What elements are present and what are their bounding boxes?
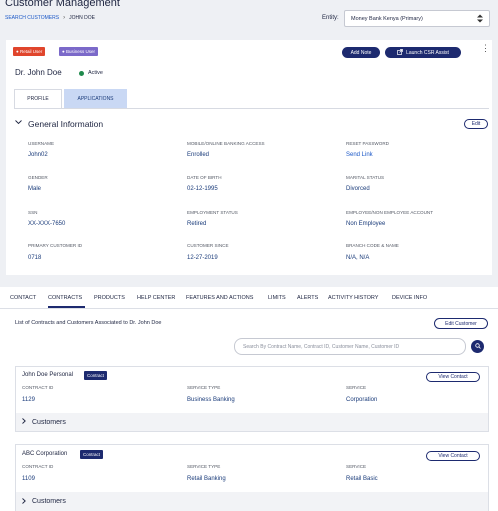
external-link-icon bbox=[397, 48, 403, 57]
field-value: Enrolled bbox=[187, 152, 210, 158]
field-value: Corporation bbox=[346, 397, 378, 403]
view-contact-button[interactable]: View Contact bbox=[426, 451, 480, 461]
contract-name: John Doe Personal bbox=[22, 372, 74, 378]
field-label: PRIMARY CUSTOMER ID bbox=[28, 243, 83, 248]
tab-contracts[interactable]: CONTRACTS bbox=[48, 295, 82, 301]
contract-name: ABC Corporation bbox=[22, 451, 68, 457]
contract-tag: Contract bbox=[84, 371, 108, 380]
tab-activity-history[interactable]: ACTIVITY HISTORY bbox=[328, 295, 378, 301]
tab-profile[interactable]: PROFILE bbox=[14, 89, 62, 108]
field-label: MARITAL STATUS bbox=[346, 175, 385, 180]
field-value: 12-27-2019 bbox=[187, 255, 218, 261]
field-label: BRANCH CODE & NAME bbox=[346, 243, 399, 248]
more-options-icon[interactable]: ⋮ bbox=[481, 44, 490, 53]
customer-name: Dr. John Doe bbox=[15, 68, 62, 77]
field-value: Business Banking bbox=[187, 397, 235, 403]
breadcrumb-current: JOHN DOE bbox=[69, 15, 95, 21]
chevron-right-icon bbox=[22, 418, 26, 426]
search-button[interactable] bbox=[471, 340, 484, 353]
send-link-link[interactable]: Send Link bbox=[346, 152, 373, 158]
chevron-right-icon bbox=[22, 497, 26, 506]
edit-customer-button[interactable]: Edit Customer bbox=[434, 318, 488, 329]
tab-products[interactable]: PRODUCTS bbox=[94, 295, 125, 301]
field-value: Male bbox=[28, 186, 42, 192]
add-note-button[interactable]: Add Note bbox=[342, 47, 380, 58]
field-label: EMPLOYMENT STATUS bbox=[187, 210, 238, 215]
business-user-badge: ● Business User bbox=[59, 47, 98, 56]
customers-label: Customers bbox=[32, 498, 66, 505]
field-label: SERVICE TYPE bbox=[187, 385, 221, 390]
field-label: DATE OF BIRTH bbox=[187, 175, 222, 180]
search-icon bbox=[474, 342, 481, 351]
general-information-title: General Information bbox=[28, 119, 104, 129]
field-label: RESET PASSWORD bbox=[346, 141, 389, 146]
field-label: CUSTOMER SINCE bbox=[187, 243, 229, 248]
breadcrumb: SEARCH CUSTOMERS › JOHN DOE bbox=[5, 15, 95, 21]
entity-value: Money Bank Kenya (Primary) bbox=[351, 15, 423, 22]
entity-label: Entity: bbox=[322, 15, 339, 21]
status-label: Active bbox=[88, 70, 103, 76]
field-value: John02 bbox=[28, 152, 48, 158]
field-value: 1129 bbox=[22, 397, 35, 403]
field-label: CONTRACT ID bbox=[22, 385, 54, 390]
field-label: GENDER bbox=[28, 175, 48, 180]
tabs-divider bbox=[0, 308, 498, 309]
status-dot-icon bbox=[79, 70, 84, 76]
field-value: Retail Basic bbox=[346, 476, 378, 482]
field-value: Retail Banking bbox=[187, 476, 226, 482]
tab-alerts[interactable]: ALERTS bbox=[297, 295, 318, 301]
field-value: 02-12-1995 bbox=[187, 186, 218, 192]
field-label: SERVICE bbox=[346, 385, 367, 390]
tab-device-info[interactable]: DEVICE INFO bbox=[392, 295, 427, 301]
edit-button[interactable]: Edit bbox=[464, 119, 488, 129]
field-value: 0718 bbox=[28, 255, 42, 261]
chevron-down-icon[interactable] bbox=[15, 120, 22, 127]
tab-features-and-actions[interactable]: FEATURES AND ACTIONS bbox=[186, 295, 253, 301]
contracts-search-input[interactable]: Search By Contract Name, Contract ID, Cu… bbox=[234, 338, 466, 355]
field-value: Non Employee bbox=[346, 221, 386, 227]
field-label: SERVICE TYPE bbox=[187, 464, 221, 469]
field-value: Divorced bbox=[346, 186, 370, 192]
field-label: SERVICE bbox=[346, 464, 367, 469]
retail-user-badge: ● Retail User bbox=[13, 47, 46, 56]
chevron-right-icon: › bbox=[63, 15, 66, 21]
page-title: Customer Management bbox=[5, 0, 120, 9]
customers-label: Customers bbox=[32, 418, 66, 426]
tab-help-center[interactable]: HELP CENTER bbox=[137, 295, 175, 301]
field-value: 1109 bbox=[22, 476, 35, 482]
contracts-list-title: List of Contracts and Customers Associat… bbox=[15, 320, 162, 326]
status-indicator: Active bbox=[79, 70, 103, 76]
field-value: N/A, N/A bbox=[346, 255, 370, 261]
breadcrumb-search-customers[interactable]: SEARCH CUSTOMERS bbox=[5, 15, 59, 21]
sort-arrows-icon bbox=[477, 14, 483, 23]
launch-csr-assist-button[interactable]: Launch CSR Assist bbox=[385, 47, 461, 58]
customers-toggle[interactable]: Customers bbox=[16, 413, 488, 431]
field-label: CONTRACT ID bbox=[22, 464, 54, 469]
contract-tag: Contract bbox=[80, 450, 104, 459]
field-label: SSN bbox=[28, 210, 38, 215]
field-label: USERNAME bbox=[28, 141, 55, 146]
view-contact-button[interactable]: View Contact bbox=[426, 372, 480, 382]
entity-select[interactable]: Money Bank Kenya (Primary) bbox=[344, 10, 490, 27]
tab-contact[interactable]: CONTACT bbox=[10, 295, 36, 301]
customers-toggle[interactable]: Customers bbox=[16, 492, 488, 511]
field-label: EMPLOYEE/NON EMPLOYEE ACCOUNT bbox=[346, 210, 434, 215]
tab-applications[interactable]: APPLICATIONS bbox=[64, 89, 127, 108]
field-label: MOBILE/ONLINE BANKING ACCESS bbox=[187, 141, 265, 146]
tab-limits[interactable]: LIMITS bbox=[268, 295, 286, 301]
field-value: Retired bbox=[187, 221, 207, 227]
tab-divider bbox=[14, 108, 489, 109]
field-value: XX-XXX-7650 bbox=[28, 221, 66, 227]
